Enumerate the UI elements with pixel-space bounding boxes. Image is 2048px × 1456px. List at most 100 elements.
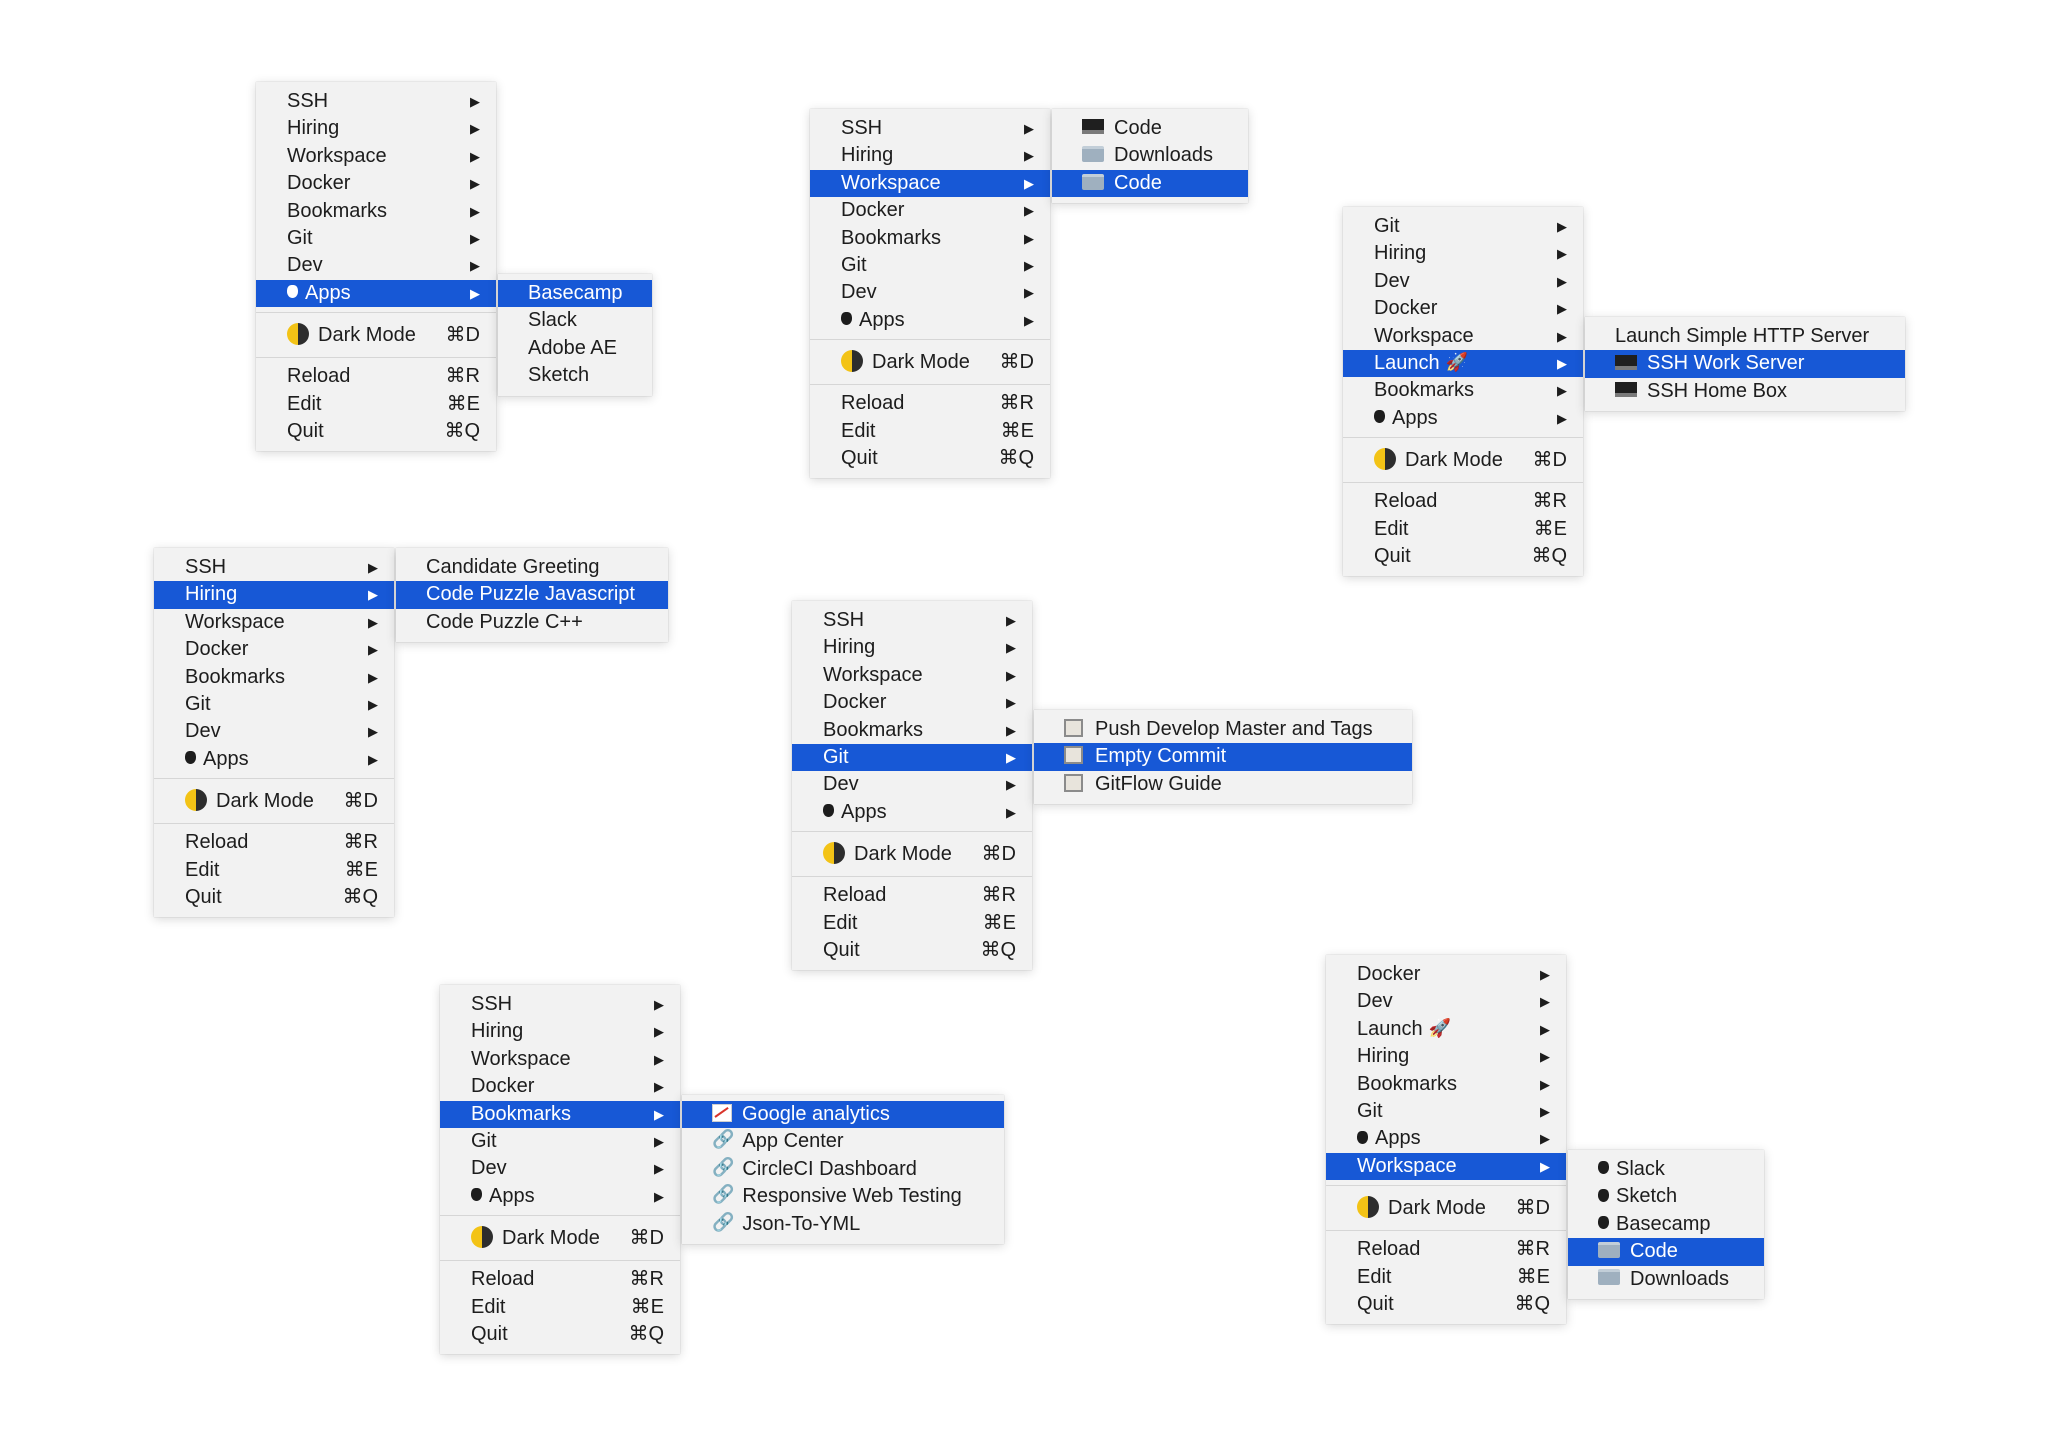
- menu-item-apps[interactable]: Apps ▶: [440, 1183, 680, 1210]
- menu-item-reload[interactable]: Reload ⌘R: [154, 829, 394, 856]
- menu-item-docker[interactable]: Docker ▶: [256, 170, 496, 197]
- menu-item-reload[interactable]: Reload ⌘R: [1326, 1236, 1566, 1263]
- menu-item-edit[interactable]: Edit ⌘E: [792, 910, 1032, 937]
- menu-item-ssh[interactable]: SSH ▶: [810, 115, 1050, 142]
- submenu-item-basecamp[interactable]: Basecamp: [498, 280, 652, 308]
- menu-item-bookmarks[interactable]: Bookmarks ▶: [1343, 377, 1583, 404]
- menu-item-bookmarks[interactable]: Bookmarks ▶: [792, 717, 1032, 744]
- menu-item-quit[interactable]: Quit ⌘Q: [792, 937, 1032, 964]
- submenu-item-code[interactable]: Code: [1568, 1238, 1764, 1266]
- submenu-item-downloads[interactable]: Downloads: [1052, 142, 1248, 169]
- menu-item-quit[interactable]: Quit ⌘Q: [1343, 543, 1583, 570]
- menu-item-apps[interactable]: Apps ▶: [810, 307, 1050, 334]
- menu-item-edit[interactable]: Edit ⌘E: [440, 1294, 680, 1321]
- menu-item-apps[interactable]: Apps ▶: [792, 799, 1032, 826]
- menu-item-edit[interactable]: Edit ⌘E: [1343, 516, 1583, 543]
- submenu-item-empty-commit[interactable]: Empty Commit: [1034, 743, 1412, 771]
- submenu-item-circleci-dashboard[interactable]: 🔗 CircleCI Dashboard: [682, 1156, 1004, 1183]
- menu-item-dev[interactable]: Dev ▶: [1326, 988, 1566, 1015]
- submenu-item-downloads[interactable]: Downloads: [1568, 1266, 1764, 1293]
- menu-item-ssh[interactable]: SSH ▶: [792, 607, 1032, 634]
- submenu-item-candidate-greeting[interactable]: Candidate Greeting: [396, 554, 668, 581]
- menu-item-apps[interactable]: Apps ▶: [1343, 405, 1583, 432]
- menu-item-git[interactable]: Git ▶: [792, 743, 1032, 772]
- menu-item-docker[interactable]: Docker ▶: [440, 1073, 680, 1100]
- submenu-item-code-puzzle-javascript[interactable]: Code Puzzle Javascript: [396, 581, 668, 609]
- menu-item-git[interactable]: Git ▶: [1343, 213, 1583, 240]
- menu-item-hiring[interactable]: Hiring ▶: [440, 1018, 680, 1045]
- menu-item-reload[interactable]: Reload ⌘R: [810, 390, 1050, 417]
- menu-item-docker[interactable]: Docker ▶: [810, 197, 1050, 224]
- submenu-item-sketch[interactable]: Sketch: [498, 362, 652, 389]
- menu-item-dev[interactable]: Dev ▶: [810, 279, 1050, 306]
- menu-item-workspace[interactable]: Workspace ▶: [256, 143, 496, 170]
- submenu-item-basecamp[interactable]: Basecamp: [1568, 1211, 1764, 1238]
- menu-item-quit[interactable]: Quit ⌘Q: [440, 1321, 680, 1348]
- menu-item-dev[interactable]: Dev ▶: [440, 1155, 680, 1182]
- menu-item-dark-mode[interactable]: Dark Mode ⌘D: [810, 345, 1050, 379]
- submenu-item-sketch[interactable]: Sketch: [1568, 1183, 1764, 1210]
- menu-item-quit[interactable]: Quit ⌘Q: [1326, 1291, 1566, 1318]
- menu-item-workspace[interactable]: Workspace ▶: [792, 662, 1032, 689]
- menu-item-apps[interactable]: Apps ▶: [154, 746, 394, 773]
- menu-item-docker[interactable]: Docker ▶: [154, 636, 394, 663]
- menu-item-workspace[interactable]: Workspace ▶: [440, 1046, 680, 1073]
- submenu-item-gitflow-guide[interactable]: GitFlow Guide: [1034, 771, 1412, 798]
- menu-item-apps[interactable]: Apps ▶: [1326, 1125, 1566, 1152]
- submenu-item-push-develop-master-and-tags[interactable]: Push Develop Master and Tags: [1034, 716, 1412, 743]
- submenu-item-google-analytics[interactable]: Google analytics: [682, 1101, 1004, 1129]
- submenu-item-ssh-home-box[interactable]: SSH Home Box: [1585, 378, 1905, 405]
- menu-item-hiring[interactable]: Hiring ▶: [154, 581, 394, 609]
- menu-item-docker[interactable]: Docker ▶: [792, 689, 1032, 716]
- submenu-item-code-puzzle-cpp[interactable]: Code Puzzle C++: [396, 609, 668, 636]
- menu-item-dev[interactable]: Dev ▶: [792, 771, 1032, 798]
- menu-item-docker[interactable]: Docker ▶: [1326, 961, 1566, 988]
- menu-item-hiring[interactable]: Hiring ▶: [792, 634, 1032, 661]
- submenu-item-slack[interactable]: Slack: [1568, 1156, 1764, 1183]
- submenu-item-ssh-work-server[interactable]: SSH Work Server: [1585, 350, 1905, 378]
- menu-item-hiring[interactable]: Hiring ▶: [1343, 240, 1583, 267]
- menu-item-bookmarks[interactable]: Bookmarks ▶: [440, 1100, 680, 1128]
- submenu-item-app-center[interactable]: 🔗 App Center: [682, 1128, 1004, 1155]
- menu-item-dark-mode[interactable]: Dark Mode ⌘D: [792, 837, 1032, 871]
- menu-item-dark-mode[interactable]: Dark Mode ⌘D: [1326, 1191, 1566, 1225]
- submenu-item-code-folder[interactable]: Code: [1052, 169, 1248, 198]
- menu-item-edit[interactable]: Edit ⌘E: [256, 391, 496, 418]
- menu-item-ssh[interactable]: SSH ▶: [256, 88, 496, 115]
- menu-item-dark-mode[interactable]: Dark Mode ⌘D: [1343, 443, 1583, 477]
- submenu-item-json-to-yml[interactable]: 🔗 Json-To-YML: [682, 1211, 1004, 1238]
- menu-item-git[interactable]: Git ▶: [154, 691, 394, 718]
- menu-item-ssh[interactable]: SSH ▶: [154, 554, 394, 581]
- menu-item-quit[interactable]: Quit ⌘Q: [256, 418, 496, 445]
- submenu-item-responsive-web-testing[interactable]: 🔗 Responsive Web Testing: [682, 1183, 1004, 1210]
- menu-item-bookmarks[interactable]: Bookmarks ▶: [154, 664, 394, 691]
- menu-item-workspace[interactable]: Workspace ▶: [1343, 323, 1583, 350]
- menu-item-reload[interactable]: Reload ⌘R: [792, 882, 1032, 909]
- menu-item-quit[interactable]: Quit ⌘Q: [810, 445, 1050, 472]
- menu-item-dark-mode[interactable]: Dark Mode ⌘D: [256, 318, 496, 352]
- menu-item-workspace[interactable]: Workspace ▶: [154, 609, 394, 636]
- menu-item-edit[interactable]: Edit ⌘E: [1326, 1264, 1566, 1291]
- menu-item-dark-mode[interactable]: Dark Mode ⌘D: [154, 784, 394, 818]
- menu-item-launch[interactable]: Launch 🚀 ▶: [1326, 1016, 1566, 1043]
- menu-item-hiring[interactable]: Hiring ▶: [1326, 1043, 1566, 1070]
- menu-item-launch[interactable]: Launch 🚀 ▶: [1343, 349, 1583, 378]
- menu-item-bookmarks[interactable]: Bookmarks ▶: [256, 198, 496, 225]
- submenu-item-launch-simple-http-server[interactable]: Launch Simple HTTP Server: [1585, 323, 1905, 350]
- menu-item-git[interactable]: Git ▶: [810, 252, 1050, 279]
- menu-item-workspace[interactable]: Workspace ▶: [810, 169, 1050, 198]
- menu-item-dev[interactable]: Dev ▶: [1343, 268, 1583, 295]
- menu-item-edit[interactable]: Edit ⌘E: [810, 418, 1050, 445]
- submenu-item-slack[interactable]: Slack: [498, 307, 652, 334]
- menu-item-reload[interactable]: Reload ⌘R: [256, 363, 496, 390]
- menu-item-dev[interactable]: Dev ▶: [256, 252, 496, 279]
- menu-item-git[interactable]: Git ▶: [440, 1128, 680, 1155]
- menu-item-edit[interactable]: Edit ⌘E: [154, 857, 394, 884]
- menu-item-git[interactable]: Git ▶: [256, 225, 496, 252]
- menu-item-reload[interactable]: Reload ⌘R: [440, 1266, 680, 1293]
- menu-item-dark-mode[interactable]: Dark Mode ⌘D: [440, 1221, 680, 1255]
- menu-item-workspace[interactable]: Workspace ▶: [1326, 1152, 1566, 1181]
- submenu-item-code[interactable]: Code: [1052, 115, 1248, 142]
- submenu-item-adobe-ae[interactable]: Adobe AE: [498, 335, 652, 362]
- menu-item-ssh[interactable]: SSH ▶: [440, 991, 680, 1018]
